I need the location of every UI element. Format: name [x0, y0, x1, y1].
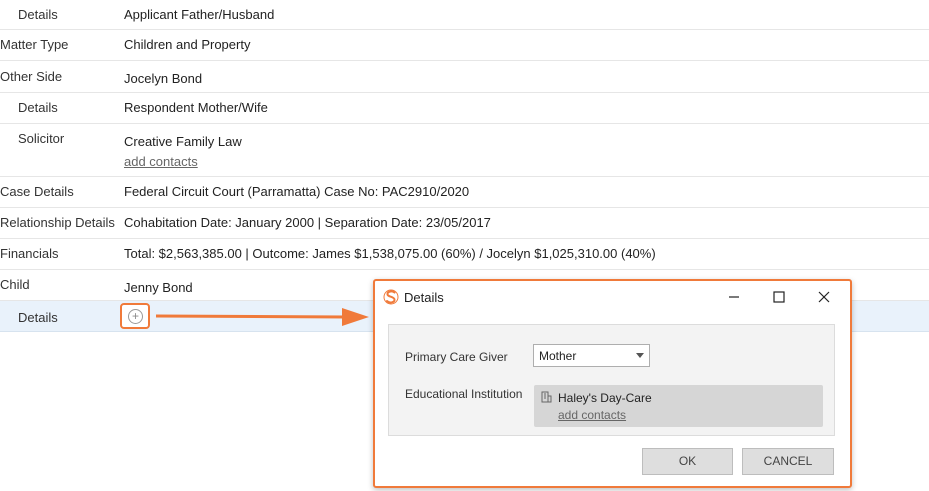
row-label: Relationship Details — [0, 215, 115, 230]
education-value: Haley's Day-Care — [558, 391, 652, 405]
primary-care-value: Mother — [539, 349, 577, 363]
row-case-details[interactable]: Case Details Federal Circuit Court (Parr… — [0, 177, 929, 208]
row-value: Respondent Mother/Wife — [124, 100, 268, 115]
row-applicant-details[interactable]: Details Applicant Father/Husband — [0, 0, 929, 30]
row-matter-type[interactable]: Matter Type Children and Property — [0, 30, 929, 61]
dialog-titlebar[interactable]: Details — [375, 281, 850, 313]
primary-care-label: Primary Care Giver — [405, 350, 508, 364]
row-value: Federal Circuit Court (Parramatta) Case … — [124, 184, 470, 199]
row-value: Children and Property — [124, 37, 251, 52]
maximize-icon[interactable] — [768, 286, 790, 308]
add-contacts-link[interactable]: add contacts — [124, 154, 198, 169]
minimize-icon[interactable] — [723, 286, 745, 308]
close-icon[interactable] — [813, 286, 835, 308]
callout-arrow — [155, 308, 369, 326]
row-other-side[interactable]: Other Side Jocelyn Bond — [0, 61, 929, 93]
primary-care-select[interactable]: Mother — [533, 344, 650, 367]
chevron-down-icon — [636, 353, 644, 358]
row-label: Matter Type — [0, 37, 69, 52]
building-icon — [541, 391, 552, 403]
row-financials[interactable]: Financials Total: $2,563,385.00 | Outcom… — [0, 239, 929, 270]
row-label: Solicitor — [18, 131, 65, 146]
row-label: Details — [18, 100, 58, 115]
row-label: Details — [18, 7, 58, 22]
plus-circle-icon: + — [128, 309, 143, 324]
dialog-title: Details — [404, 290, 444, 305]
row-value: Total: $2,563,385.00 | Outcome: James $1… — [124, 246, 656, 261]
row-value: Creative Family Law — [124, 134, 242, 149]
row-label: Other Side — [0, 69, 63, 84]
row-solicitor[interactable]: Solicitor Creative Family Law add contac… — [0, 124, 929, 177]
education-label: Educational Institution — [405, 387, 523, 401]
add-contacts-link[interactable]: add contacts — [558, 408, 626, 422]
row-value: Jenny Bond — [124, 280, 193, 295]
ok-button[interactable]: OK — [642, 448, 733, 475]
row-value: Cohabitation Date: January 2000 | Separa… — [124, 215, 491, 230]
cancel-button[interactable]: CANCEL — [742, 448, 834, 475]
row-relationship-details[interactable]: Relationship Details Cohabitation Date: … — [0, 208, 929, 239]
row-label: Child — [0, 277, 30, 292]
details-dialog: Details Primary Care Giver Mother Educat… — [373, 279, 852, 488]
row-label: Details — [18, 310, 58, 325]
row-respondent-details[interactable]: Details Respondent Mother/Wife — [0, 93, 929, 124]
row-label: Case Details — [0, 184, 74, 199]
education-contact-field[interactable]: Haley's Day-Care add contacts — [534, 385, 823, 427]
add-details-button[interactable]: + — [120, 303, 150, 329]
row-label: Financials — [0, 246, 59, 261]
app-logo-icon — [383, 289, 399, 305]
dialog-form-panel: Primary Care Giver Mother Educational In… — [388, 324, 835, 436]
row-value: Jocelyn Bond — [124, 71, 203, 86]
row-value: Applicant Father/Husband — [124, 7, 275, 22]
